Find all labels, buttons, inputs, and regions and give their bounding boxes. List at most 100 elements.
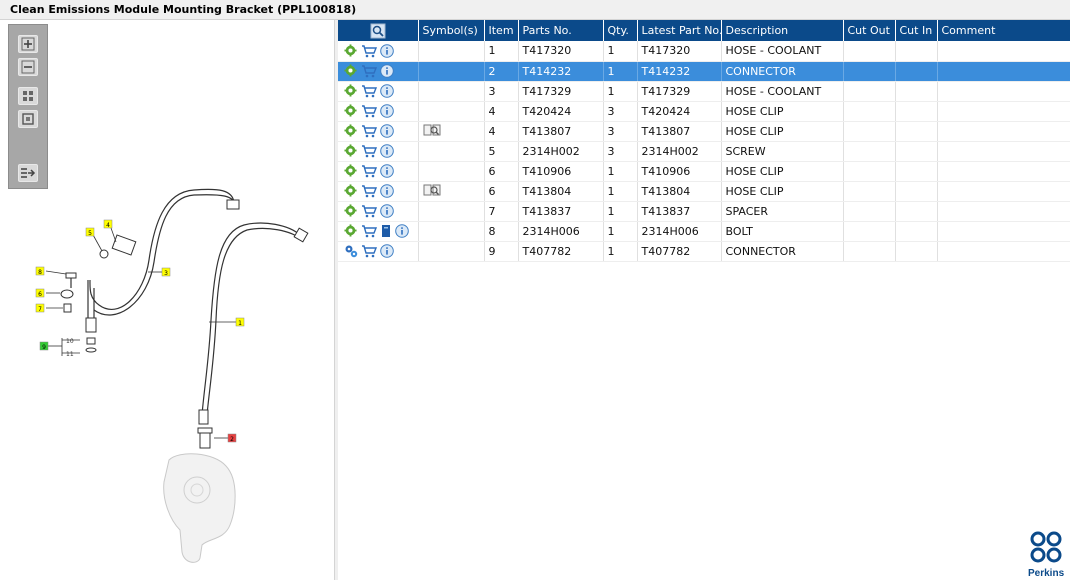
row-item: 5 xyxy=(484,141,519,162)
header-search[interactable] xyxy=(338,20,419,41)
gear-icon[interactable] xyxy=(344,224,358,238)
header-item[interactable]: Item xyxy=(484,20,519,41)
info-icon[interactable] xyxy=(380,43,394,58)
gear-icon[interactable] xyxy=(344,84,358,98)
info-icon[interactable] xyxy=(380,164,394,178)
table-row[interactable]: 4 T413807 3 T413807 HOSE CLIP xyxy=(338,121,1070,142)
row-description: BOLT xyxy=(721,221,844,242)
row-description: CONNECTOR xyxy=(721,61,844,82)
row-part-no: T413807 xyxy=(518,121,604,142)
info-icon[interactable] xyxy=(380,84,394,98)
row-qty: 1 xyxy=(603,241,638,262)
callout-3[interactable]: 3 xyxy=(164,270,168,277)
row-qty: 1 xyxy=(603,61,638,82)
search-icon[interactable] xyxy=(370,23,386,39)
row-symbol xyxy=(418,221,485,242)
row-comment xyxy=(937,141,1070,162)
table-row[interactable]: 7 T413837 1 T413837 SPACER xyxy=(338,201,1070,222)
header-cut-out[interactable]: Cut Out xyxy=(843,20,896,41)
row-item: 1 xyxy=(484,41,519,62)
row-qty: 1 xyxy=(603,221,638,242)
info-icon[interactable] xyxy=(380,184,394,198)
row-cut-out xyxy=(843,181,896,202)
row-latest-part-no: 2314H002 xyxy=(637,141,722,162)
info-icon[interactable] xyxy=(395,224,409,238)
diagram-pane[interactable]: 1 2 3 4 5 6 7 8 9 10 11 xyxy=(4,20,335,580)
header-parts-no[interactable]: Parts No. xyxy=(518,20,604,41)
gears-icon[interactable] xyxy=(344,244,358,258)
callout-2[interactable]: 2 xyxy=(230,436,234,443)
callout-9[interactable]: 9 xyxy=(42,344,46,351)
info-icon[interactable] xyxy=(380,104,394,118)
row-comment xyxy=(937,221,1070,242)
header-qty[interactable]: Qty. xyxy=(603,20,638,41)
table-row[interactable]: 6 T413804 1 T413804 HOSE CLIP xyxy=(338,181,1070,202)
gear-icon[interactable] xyxy=(344,144,358,158)
cart-icon[interactable] xyxy=(361,124,378,138)
document-icon[interactable] xyxy=(380,224,392,238)
row-latest-part-no: T413807 xyxy=(637,121,722,142)
table-row[interactable]: 1 T417320 1 T417320 HOSE - COOLANT xyxy=(338,41,1070,62)
gear-icon[interactable] xyxy=(344,204,358,218)
callout-8[interactable]: 8 xyxy=(38,269,42,276)
header-latest-part-no[interactable]: Latest Part No. xyxy=(637,20,722,41)
table-row[interactable]: 5 2314H002 3 2314H002 SCREW xyxy=(338,141,1070,162)
row-latest-part-no: 2314H006 xyxy=(637,221,722,242)
cart-icon[interactable] xyxy=(361,104,378,118)
row-item: 4 xyxy=(484,121,519,142)
table-row[interactable]: 9 T407782 1 T407782 CONNECTOR xyxy=(338,241,1070,262)
cart-icon[interactable] xyxy=(361,144,378,158)
row-part-no: T420424 xyxy=(518,101,604,122)
cart-icon[interactable] xyxy=(361,84,378,98)
callout-1[interactable]: 1 xyxy=(238,320,242,327)
callout-10[interactable]: 10 xyxy=(66,338,74,345)
row-comment xyxy=(937,81,1070,102)
table-row[interactable]: 6 T410906 1 T410906 HOSE CLIP xyxy=(338,161,1070,182)
perkins-logo: Perkins xyxy=(1024,530,1070,580)
row-cut-in xyxy=(895,61,938,82)
book-icon[interactable] xyxy=(423,183,441,197)
book-icon[interactable] xyxy=(423,123,441,137)
gear-icon[interactable] xyxy=(344,104,358,118)
cart-icon[interactable] xyxy=(361,164,378,178)
callout-6[interactable]: 6 xyxy=(38,291,42,298)
table-row[interactable]: 4 T420424 3 T420424 HOSE CLIP xyxy=(338,101,1070,122)
row-cut-in xyxy=(895,81,938,102)
cart-icon[interactable] xyxy=(361,224,378,238)
header-description[interactable]: Description xyxy=(721,20,844,41)
header-comment[interactable]: Comment xyxy=(937,20,1070,41)
info-icon[interactable] xyxy=(380,64,394,78)
cart-icon[interactable] xyxy=(361,204,378,218)
gear-icon[interactable] xyxy=(344,124,358,138)
cart-icon[interactable] xyxy=(361,244,378,258)
cart-icon[interactable] xyxy=(361,64,378,78)
header-symbols[interactable]: Symbol(s) xyxy=(418,20,485,41)
callout-4[interactable]: 4 xyxy=(106,222,110,229)
row-cut-in xyxy=(895,181,938,202)
row-actions xyxy=(338,161,419,182)
row-qty: 3 xyxy=(603,101,638,122)
gear-icon[interactable] xyxy=(344,64,358,78)
header-cut-in[interactable]: Cut In xyxy=(895,20,938,41)
gear-icon[interactable] xyxy=(344,164,358,178)
callout-5[interactable]: 5 xyxy=(88,230,92,237)
info-icon[interactable] xyxy=(380,244,394,258)
row-part-no: 2314H006 xyxy=(518,221,604,242)
cart-icon[interactable] xyxy=(361,184,378,198)
row-part-no: T414232 xyxy=(518,61,604,82)
cart-icon[interactable] xyxy=(361,44,378,58)
info-icon[interactable] xyxy=(380,124,394,138)
row-actions xyxy=(338,221,419,242)
row-actions xyxy=(338,201,419,222)
info-icon[interactable] xyxy=(380,144,394,158)
gear-icon[interactable] xyxy=(344,184,358,198)
table-row[interactable]: 2 T414232 1 T414232 CONNECTOR xyxy=(338,61,1070,82)
row-actions xyxy=(338,101,419,122)
gear-icon[interactable] xyxy=(344,44,358,58)
table-row[interactable]: 3 T417329 1 T417329 HOSE - COOLANT xyxy=(338,81,1070,102)
parts-diagram[interactable]: 1 2 3 4 5 6 7 8 9 10 11 xyxy=(4,20,335,580)
table-row[interactable]: 8 2314H006 1 2314H006 BOLT xyxy=(338,221,1070,242)
info-icon[interactable] xyxy=(380,204,394,218)
callout-7[interactable]: 7 xyxy=(38,306,42,313)
callout-11[interactable]: 11 xyxy=(66,351,74,358)
